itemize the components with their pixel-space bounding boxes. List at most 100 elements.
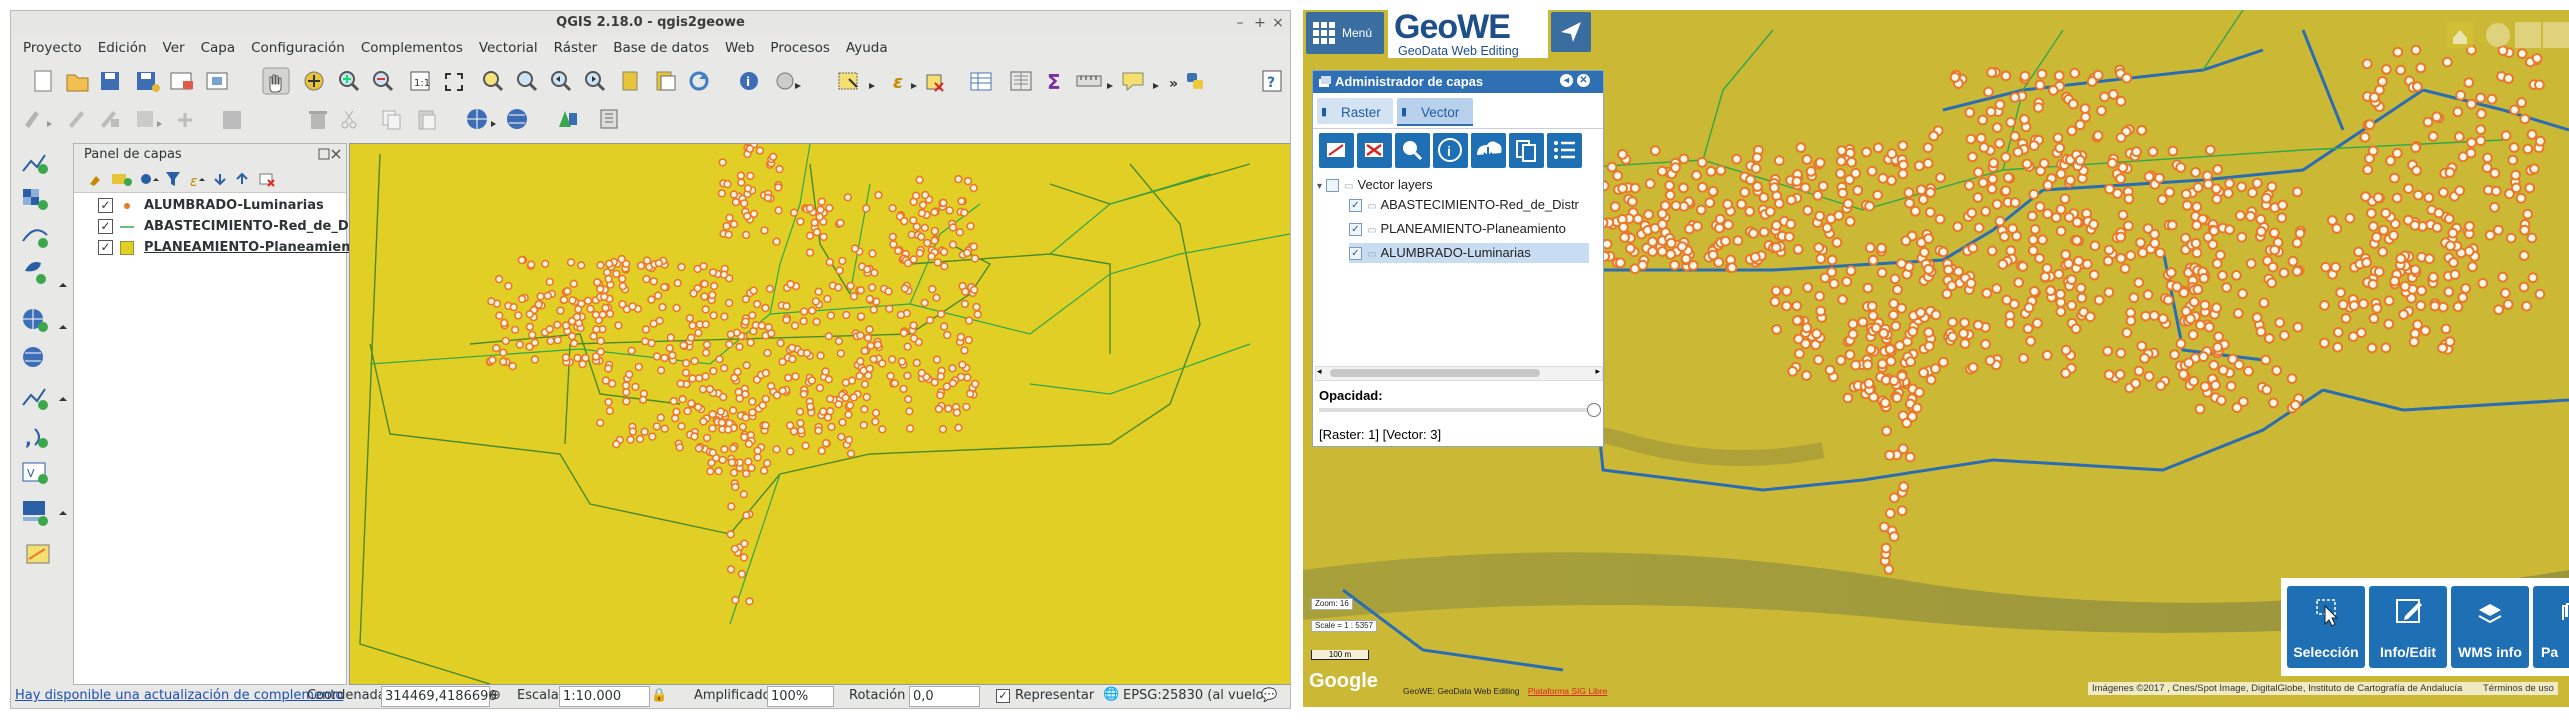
wms-info-button[interactable]: WMS info: [2451, 586, 2529, 668]
opacity-slider-handle[interactable]: [1587, 403, 1601, 417]
luminaire-point: [824, 375, 833, 384]
coordinate-toggle-icon[interactable]: ⊕: [490, 688, 501, 703]
menu-complementos[interactable]: Complementos: [353, 37, 471, 59]
tree-item-planeamiento[interactable]: ✓ ▭ PLANEAMIENTO-Planeamiento: [1349, 219, 1566, 239]
luminaire-point: [2055, 168, 2067, 180]
tree-checkbox[interactable]: ✓: [1349, 223, 1362, 237]
luminaire-point: [1664, 189, 1676, 201]
minimize-button[interactable]: –: [1231, 11, 1249, 35]
luminaire-point: [1837, 187, 1849, 199]
maximize-button[interactable]: +: [1251, 11, 1269, 35]
menu-ver[interactable]: Ver: [155, 37, 193, 59]
tree-checkbox[interactable]: [1326, 179, 1340, 193]
tab-raster[interactable]: ▮ Raster: [1317, 98, 1393, 124]
crs-status[interactable]: EPSG:25830 (al vuelo): [1123, 688, 1269, 703]
map-canvas[interactable]: [349, 143, 1290, 685]
luminaire-point: [705, 384, 715, 394]
luminaire-point: [604, 397, 613, 407]
luminaire-point: [2457, 151, 2469, 163]
layer-visibility-checkbox[interactable]: ✓: [98, 198, 113, 213]
pan-button[interactable]: Pa: [2533, 586, 2569, 668]
render-checkbox[interactable]: ✓: [996, 689, 1010, 703]
luminaire-point: [2441, 56, 2453, 68]
magnifier-spinbox[interactable]: 100%: [767, 686, 834, 707]
menu-raster[interactable]: Ráster: [546, 37, 606, 59]
luminaire-point: [870, 268, 879, 278]
polygon-symbol-icon: [119, 240, 135, 256]
navigation-button[interactable]: [1551, 12, 1591, 52]
hand-icon: [2562, 603, 2569, 620]
menu-ayuda[interactable]: Ayuda: [838, 37, 896, 59]
luminaire-point: [2023, 302, 2035, 314]
luminaire-point: [508, 362, 517, 371]
close-button[interactable]: ×: [1269, 11, 1287, 35]
tree-item-alumbrado[interactable]: ✓ ▭ ALUMBRADO-Luminarias: [1349, 243, 1589, 263]
layer-visibility-checkbox[interactable]: ✓: [98, 219, 113, 234]
close-icon[interactable]: ✕: [1577, 74, 1590, 87]
luminaire-point: [930, 378, 939, 387]
layer-tool-icons[interactable]: i: [1313, 131, 1603, 171]
luminaire-point: [726, 565, 736, 574]
luminaire-point: [2041, 262, 2053, 274]
menu-proyecto[interactable]: Proyecto: [15, 37, 90, 59]
layers-panel: Panel de capas ε ✓ ALUMBRADO-Luminarias …: [73, 143, 376, 685]
terms-link[interactable]: Términos de uso: [2483, 683, 2554, 694]
menu-capa[interactable]: Capa: [193, 37, 244, 59]
tree-checkbox[interactable]: ✓: [1349, 199, 1362, 213]
luminaire-point: [939, 322, 949, 331]
scale-combo[interactable]: 1:10.000: [559, 686, 650, 707]
main-toolbar: 1:1 i ε Σ » ?: [11, 63, 1290, 97]
copy-layer-icon: [1509, 133, 1544, 168]
tree-item-abastecimiento[interactable]: ✓ ▭ ABASTECIMIENTO-Red_de_Distr: [1349, 195, 1579, 215]
layer-visibility-checkbox[interactable]: ✓: [98, 240, 113, 255]
luminaire-point: [641, 337, 650, 346]
luminaire-point: [731, 482, 740, 492]
rotation-spinbox[interactable]: 0,0: [909, 686, 980, 707]
luminaire-point: [1883, 564, 1895, 575]
luminaire-point: [873, 340, 883, 350]
luminaire-point: [2466, 137, 2477, 149]
scroll-thumb[interactable]: [1330, 369, 1540, 377]
footer-link[interactable]: Plataforma SIG Libre: [1528, 686, 1607, 696]
messages-icon[interactable]: 💬: [1261, 688, 1277, 703]
luminaire-point: [1785, 218, 1797, 230]
menu-button[interactable]: Menú: [1306, 12, 1384, 54]
luminaire-point: [2028, 140, 2040, 152]
menu-configuracion[interactable]: Configuración: [243, 37, 353, 59]
tree-checkbox[interactable]: ✓: [1349, 247, 1362, 261]
luminaire-point: [2108, 89, 2119, 100]
luminaire-point: [601, 303, 610, 313]
tree-scrollbar[interactable]: ◂ ▸: [1315, 366, 1603, 381]
panel-float-close-icons[interactable]: [318, 148, 342, 162]
plugin-update-link[interactable]: Hay disponible una actualización de comp…: [15, 688, 343, 703]
luminaire-point: [1901, 417, 1913, 429]
lock-scale-icon[interactable]: 🔒: [651, 688, 667, 703]
menu-web[interactable]: Web: [717, 37, 762, 59]
menu-vectorial[interactable]: Vectorial: [471, 37, 546, 59]
luminaire-point: [2373, 266, 2385, 278]
menu-edicion[interactable]: Edición: [90, 37, 155, 59]
coordinate-field[interactable]: 314469,4186696: [381, 686, 497, 707]
luminaire-point: [2449, 269, 2461, 280]
luminaire-point: [2039, 271, 2051, 283]
layers-panel-tool-icons[interactable]: ε: [74, 166, 346, 192]
luminaire-point: [1903, 187, 1915, 198]
info-edit-button[interactable]: Info/Edit: [2369, 586, 2447, 668]
luminaire-point: [2516, 97, 2527, 108]
luminaire-point: [685, 314, 695, 323]
luminaire-point: [1692, 220, 1703, 232]
luminaire-point: [2286, 373, 2298, 385]
tree-root[interactable]: ▾ ▭ Vector layers: [1317, 175, 1433, 195]
luminaire-point: [577, 261, 586, 270]
luminaire-point: [718, 455, 727, 465]
luminaire-point: [815, 212, 824, 222]
opacity-slider[interactable]: [1319, 403, 1601, 417]
selection-button[interactable]: Selección: [2287, 586, 2365, 668]
tab-vector[interactable]: ▮ Vector: [1397, 98, 1473, 126]
luminaire-point: [1606, 161, 1618, 173]
luminaire-point: [850, 244, 860, 253]
crs-icon[interactable]: 🌐: [1103, 687, 1119, 702]
menu-base-de-datos[interactable]: Base de datos: [605, 37, 717, 59]
collapse-icon[interactable]: ◂: [1560, 74, 1573, 87]
menu-procesos[interactable]: Procesos: [762, 37, 837, 59]
